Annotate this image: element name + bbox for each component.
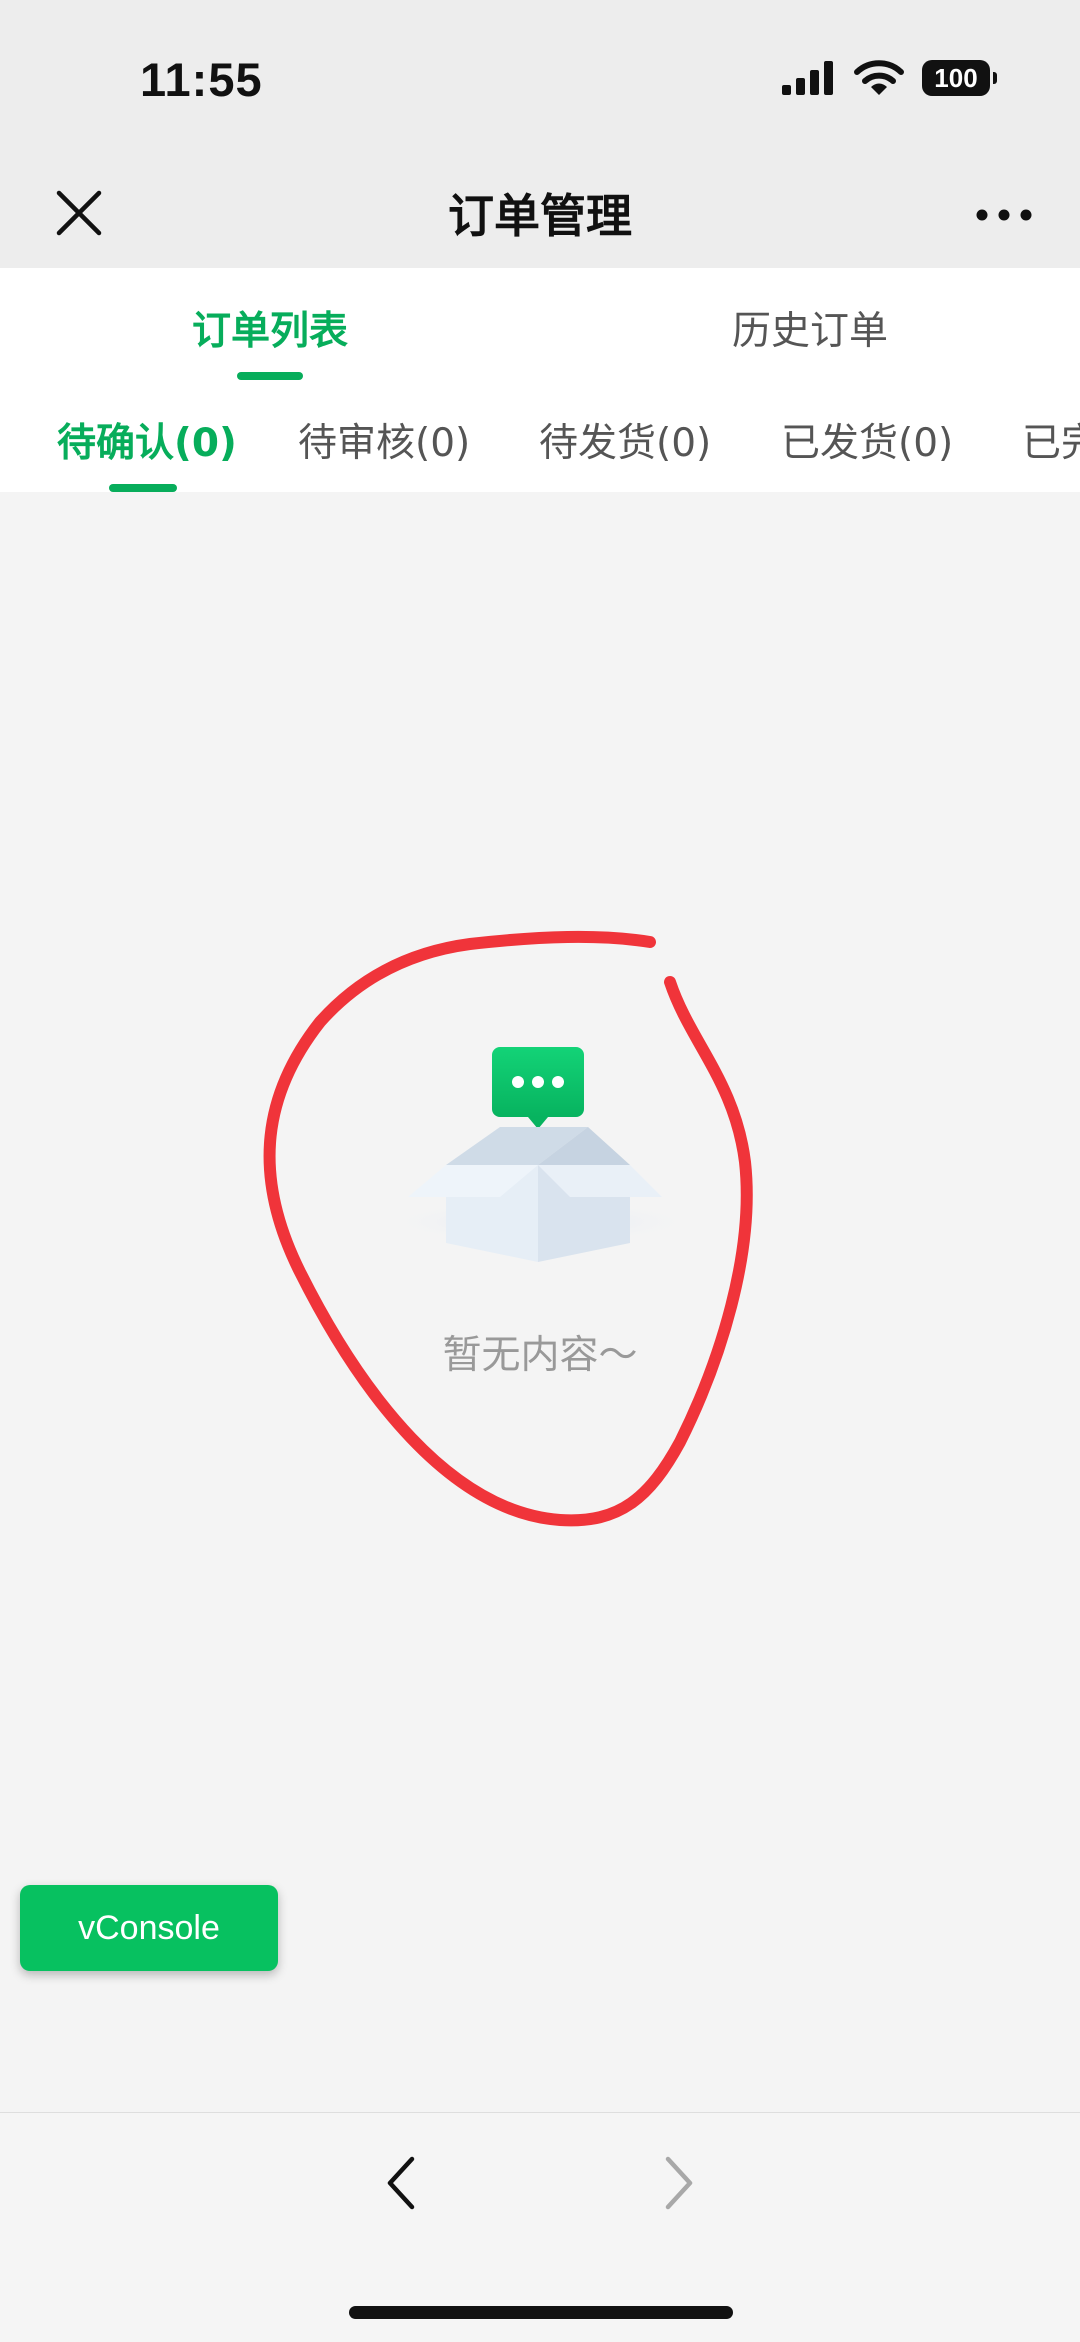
- tab-completed[interactable]: 已完: [1022, 412, 1080, 468]
- tab-history-orders[interactable]: 历史订单: [610, 300, 1010, 356]
- bottom-nav-bar: [0, 2112, 1080, 2342]
- wifi-icon: [854, 60, 904, 95]
- chevron-right-icon[interactable]: [658, 2153, 698, 2213]
- order-list-content: 暂无内容～: [0, 492, 1080, 2112]
- page-title: 订单管理: [448, 189, 632, 243]
- sub-tab-indicator: [109, 484, 177, 492]
- status-bar: 11:55 100: [0, 0, 1080, 160]
- main-tabs: 订单列表 历史订单: [0, 268, 1080, 380]
- empty-state-text: 暂无内容～: [442, 1333, 638, 1378]
- status-tabs: 待确认(0) 待审核(0) 待发货(0) 已发货(0) 已完: [0, 380, 1080, 492]
- chevron-left-icon[interactable]: [382, 2153, 422, 2213]
- main-tab-indicator: [237, 372, 303, 380]
- status-time: 11:55: [140, 53, 263, 106]
- tab-pending-review[interactable]: 待审核(0): [298, 412, 470, 468]
- vconsole-button[interactable]: vConsole: [20, 1885, 278, 1971]
- status-icons: 100: [782, 56, 997, 100]
- annotation-circle: [263, 930, 753, 1527]
- tab-shipped[interactable]: 已发货(0): [781, 412, 953, 468]
- home-indicator: [349, 2306, 733, 2319]
- more-icon[interactable]: [976, 190, 1032, 240]
- tab-pending-confirm[interactable]: 待确认(0): [57, 412, 237, 468]
- tab-order-list[interactable]: 订单列表: [70, 300, 470, 356]
- nav-bar: 订单管理: [0, 160, 1080, 268]
- signal-icon: [782, 61, 833, 95]
- empty-box-icon: [380, 1047, 700, 1262]
- battery-icon: 100: [922, 60, 997, 96]
- tab-pending-shipment[interactable]: 待发货(0): [539, 412, 711, 468]
